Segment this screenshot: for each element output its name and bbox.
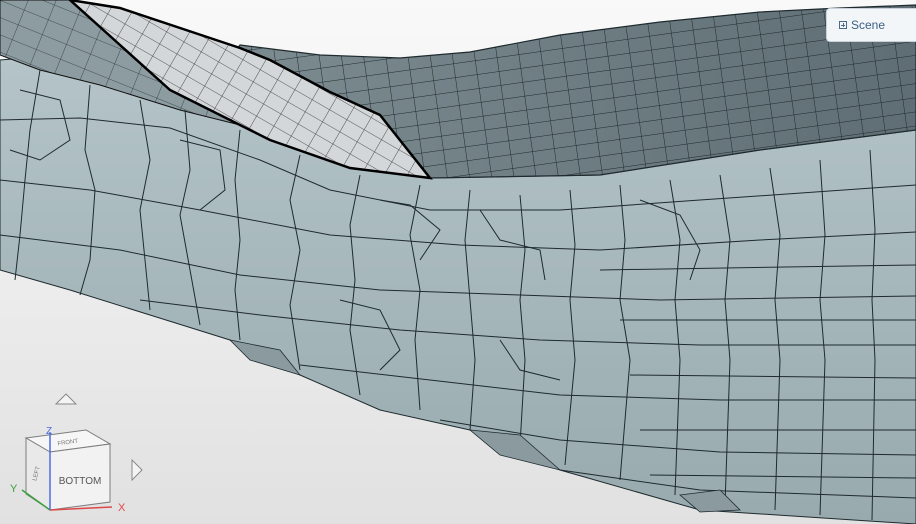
viewcube-bottom-label: BOTTOM xyxy=(59,476,102,487)
3d-viewport[interactable]: Scene BOTTOM FRONT LEFT X Y Z xyxy=(0,0,916,524)
plus-box-icon xyxy=(839,21,847,29)
scene-panel-button[interactable]: Scene xyxy=(826,8,916,42)
axis-x-label: X xyxy=(118,502,126,514)
viewcube[interactable]: BOTTOM FRONT LEFT X Y Z xyxy=(8,422,138,518)
scene-panel-label: Scene xyxy=(851,18,886,32)
triangle-up-icon[interactable] xyxy=(54,392,78,406)
axis-z-label: Z xyxy=(46,426,52,437)
axis-y-label: Y xyxy=(10,483,18,495)
